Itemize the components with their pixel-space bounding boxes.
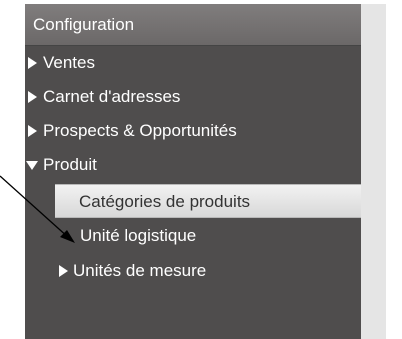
menu-item-prospects-opportunites[interactable]: Prospects & Opportunités bbox=[25, 114, 361, 148]
submenu-item-label: Unités de mesure bbox=[73, 261, 207, 280]
submenu-item-categories-produits[interactable]: Catégories de produits bbox=[55, 184, 361, 218]
menu-item-produit[interactable]: Produit bbox=[25, 148, 361, 182]
menu-item-label: Prospects & Opportunités bbox=[43, 121, 237, 140]
triangle-right-icon bbox=[28, 46, 40, 80]
triangle-right-icon bbox=[28, 80, 40, 114]
menu-item-label: Carnet d'adresses bbox=[43, 87, 181, 106]
configuration-menu: Configuration Ventes Carnet d'adresses P… bbox=[25, 4, 361, 339]
menu-item-label: Ventes bbox=[43, 53, 95, 72]
submenu-item-unites-mesure[interactable]: Unités de mesure bbox=[25, 254, 361, 288]
triangle-right-icon bbox=[59, 254, 71, 288]
menu-item-label: Produit bbox=[43, 155, 97, 174]
menu-item-carnet-adresses[interactable]: Carnet d'adresses bbox=[25, 80, 361, 114]
menu-header-configuration[interactable]: Configuration bbox=[25, 4, 361, 46]
triangle-right-icon bbox=[28, 114, 40, 148]
submenu-item-unite-logistique[interactable]: Unité logistique bbox=[25, 219, 361, 253]
submenu-item-label: Unité logistique bbox=[80, 226, 197, 245]
screenshot-stage: Configuration Ventes Carnet d'adresses P… bbox=[0, 0, 402, 339]
menu-item-ventes[interactable]: Ventes bbox=[25, 46, 361, 80]
triangle-down-icon bbox=[26, 148, 40, 182]
submenu-item-label: Catégories de produits bbox=[79, 192, 251, 211]
